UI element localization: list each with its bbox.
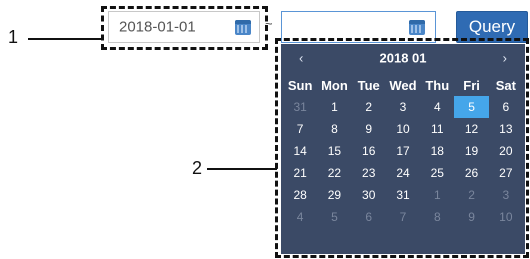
weekday-header: Tue — [357, 77, 380, 93]
calendar-day[interactable]: 19 — [454, 140, 488, 162]
calendar-day[interactable]: 12 — [454, 118, 488, 140]
calendar-day[interactable]: 30 — [352, 184, 386, 206]
range-separator: ~ — [265, 16, 273, 31]
callout-line-1 — [28, 38, 102, 40]
calendar-grid: Sun Mon Tue Wed Thu Fri Sat 31 1 2 3 4 5 6 7 8 9 10 11 12 13… — [283, 74, 523, 228]
calendar-day[interactable]: 4 — [420, 96, 454, 118]
calendar-day[interactable]: 8 — [317, 118, 351, 140]
query-button[interactable]: Query — [456, 11, 528, 43]
calendar-icon[interactable] — [235, 20, 251, 35]
calendar-day[interactable]: 7 — [386, 206, 420, 228]
calendar-day[interactable]: 9 — [454, 206, 488, 228]
weekday-header: Mon — [321, 77, 348, 93]
calendar-day[interactable]: 10 — [489, 206, 523, 228]
calendar-day[interactable]: 31 — [386, 184, 420, 206]
calendar-day[interactable]: 20 — [489, 140, 523, 162]
calendar-header: ‹ 2018 01 › — [281, 44, 525, 72]
calendar-day[interactable]: 29 — [317, 184, 351, 206]
calendar-day[interactable]: 4 — [283, 206, 317, 228]
calendar-day[interactable]: 3 — [489, 184, 523, 206]
calendar-day[interactable]: 16 — [352, 140, 386, 162]
calendar-icon[interactable] — [409, 20, 425, 35]
calendar-day[interactable]: 24 — [386, 162, 420, 184]
calendar-day[interactable]: 31 — [283, 96, 317, 118]
date-to-input[interactable] — [281, 11, 436, 43]
calendar-day[interactable]: 25 — [420, 162, 454, 184]
calendar-day[interactable]: 11 — [420, 118, 454, 140]
calendar-day[interactable]: 6 — [489, 96, 523, 118]
callout-number-2: 2 — [192, 158, 203, 178]
calendar-day[interactable]: 15 — [317, 140, 351, 162]
date-from-value: 2018-01-01 — [119, 18, 196, 36]
calendar-day[interactable]: 26 — [454, 162, 488, 184]
calendar-day[interactable]: 6 — [352, 206, 386, 228]
calendar-day[interactable]: 18 — [420, 140, 454, 162]
callout-number-1: 1 — [8, 27, 19, 47]
calendar-day[interactable]: 2 — [454, 184, 488, 206]
calendar-day[interactable]: 5 — [317, 206, 351, 228]
calendar-day[interactable]: 17 — [386, 140, 420, 162]
calendar-day[interactable]: 3 — [386, 96, 420, 118]
weekday-header: Thu — [425, 77, 450, 93]
calendar-day[interactable]: 21 — [283, 162, 317, 184]
calendar-day[interactable]: 8 — [420, 206, 454, 228]
calendar-day[interactable]: 7 — [283, 118, 317, 140]
date-from-input[interactable]: 2018-01-01 — [108, 11, 260, 43]
calendar-popup: ‹ 2018 01 › Sun Mon Tue Wed Thu Fri Sat 31 1 2 3 4 5… — [281, 44, 525, 254]
calendar-day[interactable]: 13 — [489, 118, 523, 140]
calendar-day[interactable]: 9 — [352, 118, 386, 140]
calendar-day[interactable]: 1 — [317, 96, 351, 118]
calendar-day[interactable]: 23 — [352, 162, 386, 184]
next-month-button[interactable]: › — [503, 51, 507, 66]
calendar-month-title: 2018 01 — [379, 50, 427, 66]
calendar-day[interactable]: 2 — [352, 96, 386, 118]
calendar-day[interactable]: 14 — [283, 140, 317, 162]
calendar-day-selected[interactable]: 5 — [454, 96, 489, 118]
calendar-day[interactable]: 10 — [386, 118, 420, 140]
callout-line-2 — [207, 168, 277, 170]
calendar-day[interactable]: 22 — [317, 162, 351, 184]
calendar-day[interactable]: 27 — [489, 162, 523, 184]
screenshot-stage: 1 2 2018-01-01 ~ Query ‹ 2018 01 › Sun Mo… — [0, 0, 530, 259]
calendar-day[interactable]: 28 — [283, 184, 317, 206]
weekday-header: Sat — [495, 77, 516, 93]
weekday-header: Wed — [389, 77, 417, 93]
weekday-header: Fri — [463, 77, 480, 93]
calendar-day[interactable]: 1 — [420, 184, 454, 206]
weekday-header: Sun — [287, 77, 313, 93]
